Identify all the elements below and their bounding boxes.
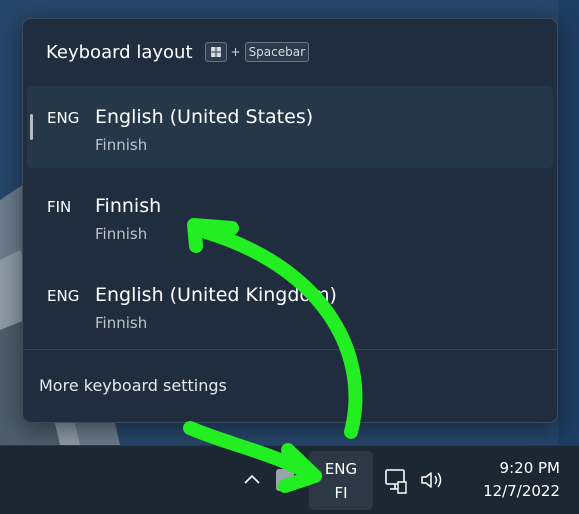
keyboard-shortcut-hint: + Spacebar — [204, 42, 310, 62]
layout-name: Finnish — [95, 195, 162, 217]
layout-keyboard: Finnish — [95, 225, 148, 243]
taskbar: ENG FI 9:20 PM 12/7/2022 — [0, 445, 579, 514]
layout-code: FIN — [47, 198, 72, 216]
flyout-title: Keyboard layout — [46, 41, 193, 63]
language-indicator-line2: FI — [334, 483, 348, 502]
layout-item-fin[interactable]: FIN Finnish Finnish — [27, 175, 553, 257]
layout-keyboard: Finnish — [95, 314, 148, 332]
keyboard-layout-flyout: Keyboard layout + Spacebar ENG English (… — [22, 18, 558, 423]
layout-name: English (United States) — [95, 106, 314, 128]
spacebar-key: Spacebar — [244, 42, 310, 62]
more-keyboard-settings-link[interactable]: More keyboard settings — [39, 376, 227, 395]
clock-date: 12/7/2022 — [483, 482, 560, 500]
layout-code: ENG — [47, 287, 80, 305]
volume-icon[interactable] — [420, 470, 446, 494]
layout-item-eng-uk[interactable]: ENG English (United Kingdom) Finnish — [27, 264, 553, 346]
chevron-up-icon[interactable] — [243, 470, 261, 489]
divider — [23, 349, 557, 350]
layout-keyboard: Finnish — [95, 136, 148, 154]
taskbar-clock[interactable]: 9:20 PM 12/7/2022 — [462, 457, 560, 503]
clock-time: 9:20 PM — [499, 459, 560, 477]
selection-indicator — [30, 114, 33, 140]
layout-code: ENG — [47, 109, 80, 127]
layout-name: English (United Kingdom) — [95, 284, 337, 306]
layout-item-eng-us[interactable]: ENG English (United States) Finnish — [27, 86, 553, 168]
shortcut-plus: + — [230, 45, 241, 59]
language-indicator-line1: ENG — [324, 459, 358, 478]
network-icon[interactable] — [384, 468, 408, 498]
flyout-header: Keyboard layout + Spacebar — [46, 39, 310, 65]
windows-key-icon — [204, 42, 227, 62]
input-language-indicator[interactable]: ENG FI — [309, 451, 373, 510]
tray-app-icon[interactable] — [276, 469, 294, 491]
